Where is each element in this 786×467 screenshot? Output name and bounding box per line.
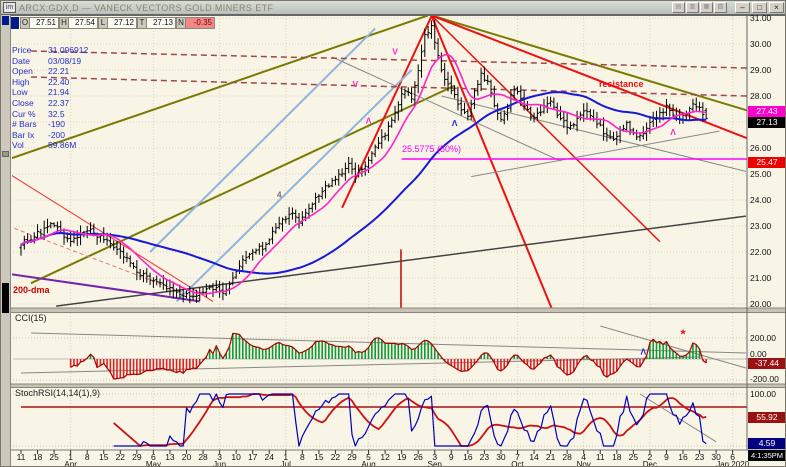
cci-panel-label: CCI(15) <box>15 313 47 323</box>
close-button[interactable]: × <box>769 2 784 13</box>
stochrsi-d-badge: 55.92 <box>748 412 786 423</box>
axis-label: 29 <box>132 452 142 462</box>
axis-label: 29.00 <box>750 65 772 75</box>
axis-label: Jan 2020 <box>716 460 749 467</box>
axis-label: 26.00 <box>750 143 772 153</box>
chart-window: VVΛΛΛ4*Λ20.0021.0022.0023.0024.0025.0026… <box>0 0 786 467</box>
axis-label: 22 <box>331 452 341 462</box>
axis-label: 8 <box>85 452 90 462</box>
axis-label: 200.00 <box>750 333 776 343</box>
axis-label: 23.00 <box>750 221 772 231</box>
cci-value-badge: -37.44 <box>748 358 786 369</box>
axis-label: 25.00 <box>750 169 772 179</box>
wave-marker: Λ <box>452 118 458 128</box>
wave-marker: Λ <box>640 346 646 356</box>
last-price-badge: 27.13 <box>748 117 786 128</box>
left-tool-strip[interactable] <box>1 15 11 467</box>
axis-label: 12 <box>380 452 390 462</box>
axis-label: 8 <box>300 452 305 462</box>
mini-toolbar: ▤ ▥ ▦ ▧ <box>672 2 727 13</box>
axis-label: 26 <box>413 452 423 462</box>
axis-label: Dec <box>643 460 657 467</box>
maximize-button[interactable]: □ <box>752 2 767 13</box>
wave-marker: Λ <box>670 127 676 137</box>
chart-canvas[interactable]: VVΛΛΛ4*Λ20.0021.0022.0023.0024.0025.0026… <box>1 1 786 467</box>
axis-label: 15 <box>314 452 324 462</box>
axis-label: 24 <box>265 452 275 462</box>
fib-price-badge: 25.47 <box>748 157 786 168</box>
wave-marker: V <box>392 46 398 56</box>
axis-label: 21 <box>546 452 556 462</box>
stochrsi-panel-label: StochRSI(14,14(1),9) <box>15 388 100 398</box>
axis-label: 30 <box>496 452 506 462</box>
axis-label: 9 <box>664 452 669 462</box>
axis-label: Sep <box>428 460 443 467</box>
axis-label: 14 <box>529 452 539 462</box>
axis-label: 20.00 <box>750 299 772 309</box>
axis-label: Aug <box>361 460 375 467</box>
axis-label: Apr <box>64 460 77 467</box>
axis-label: 9 <box>449 452 454 462</box>
strip-marker-mid <box>2 151 9 157</box>
axis-label: 22 <box>116 452 126 462</box>
axis-label: 23 <box>480 452 490 462</box>
axis-label: 13 <box>165 452 175 462</box>
axis-label: May <box>146 460 161 467</box>
axis-label: 19 <box>397 452 407 462</box>
axis-label: Jun <box>213 460 226 467</box>
axis-label: 10 <box>231 452 241 462</box>
axis-label: 11 <box>17 452 26 462</box>
window-chart-icon: im <box>3 2 16 13</box>
axis-label: 11 <box>596 452 605 462</box>
axis-label: 28 <box>562 452 572 462</box>
axis-label: 29 <box>347 452 357 462</box>
axis-label: 24.00 <box>750 195 772 205</box>
title-bar: im ARCX:GDX,D — VANECK VECTORS GOLD MINE… <box>1 1 786 15</box>
axis-label: 30.00 <box>750 39 772 49</box>
wave-marker: V <box>352 79 358 89</box>
wave-marker: 4 <box>277 189 282 199</box>
axis-label: 20 <box>182 452 192 462</box>
axis-label: Oct <box>511 460 524 467</box>
axis-label: 15 <box>99 452 109 462</box>
axis-label: -200.00 <box>750 374 779 384</box>
toolbar-tool-icon-4[interactable]: ▧ <box>714 2 727 13</box>
strip-marker-bottom <box>2 283 9 313</box>
axis-label: Nov <box>577 460 591 467</box>
axis-label: Jul <box>281 460 291 467</box>
axis-label: 22.00 <box>750 247 772 257</box>
axis-label: 21.00 <box>750 273 772 283</box>
toolbar-tool-icon-1[interactable]: ▤ <box>672 2 685 13</box>
toolbar-tool-icon-2[interactable]: ▥ <box>686 2 699 13</box>
axis-label: 16 <box>463 452 473 462</box>
axis-label: 25 <box>49 452 59 462</box>
time-badge: 4:1:35PM <box>748 450 786 461</box>
axis-label: 100.00 <box>750 389 776 399</box>
axis-label: 25 <box>629 452 639 462</box>
axis-label: 18 <box>33 452 43 462</box>
wave-marker: Λ <box>366 115 372 125</box>
axis-label: 23 <box>695 452 705 462</box>
axis-label: 28.00 <box>750 91 772 101</box>
minimize-button[interactable]: – <box>735 2 750 13</box>
toolbar-tool-icon-3[interactable]: ▦ <box>700 2 713 13</box>
axis-label: 28 <box>198 452 208 462</box>
strip-marker-top <box>2 16 9 25</box>
axis-label: 18 <box>612 452 622 462</box>
ma-price-badge: 27.43 <box>748 106 786 117</box>
stochrsi-k-badge: 4.59 <box>748 438 786 449</box>
window-title: ARCX:GDX,D — VANECK VECTORS GOLD MINERS … <box>19 3 672 13</box>
axis-label: 17 <box>248 452 258 462</box>
axis-label: 16 <box>678 452 688 462</box>
